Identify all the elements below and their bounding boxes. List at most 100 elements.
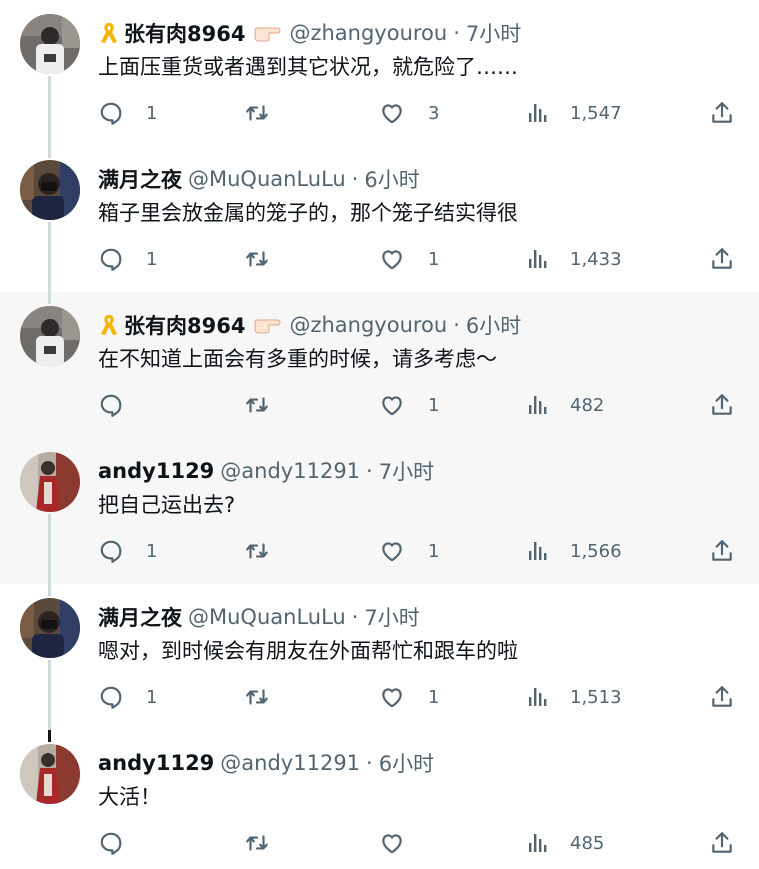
avatar[interactable] xyxy=(20,306,80,366)
tweet-header: 满月之夜 @MuQuanLuLu · 6小时 xyxy=(98,164,420,194)
thread-connector-line xyxy=(48,660,51,730)
share-button[interactable] xyxy=(709,534,735,568)
avatar[interactable] xyxy=(20,160,80,220)
avatar[interactable] xyxy=(20,452,80,512)
retweet-icon xyxy=(243,100,271,126)
tweet[interactable]: 满月之夜 @MuQuanLuLu · 7小时 嗯对，到时候会有朋友在外面帮忙和跟… xyxy=(0,584,759,730)
separator-dot: · xyxy=(351,167,359,191)
reply-count: 1 xyxy=(146,686,158,708)
like-button[interactable]: 1 xyxy=(378,534,439,568)
views-button[interactable]: 1,513 xyxy=(526,680,622,714)
yellow-ribbon-icon xyxy=(98,21,120,45)
tweet-header: 满月之夜 @MuQuanLuLu · 7小时 xyxy=(98,602,420,632)
reply-button[interactable]: 1 xyxy=(98,242,157,276)
display-name[interactable]: 张有肉8964 xyxy=(124,18,245,48)
reply-button[interactable] xyxy=(98,388,146,422)
avatar[interactable] xyxy=(20,598,80,658)
tweet-text: 大活！ xyxy=(98,785,161,809)
display-name[interactable]: 张有肉8964 xyxy=(124,310,245,340)
tweet-header: 张有肉8964 @zhangyourou · 6小时 xyxy=(98,310,521,340)
user-handle[interactable]: @zhangyourou xyxy=(289,313,447,337)
timestamp[interactable]: 6小时 xyxy=(364,164,419,194)
retweet-icon xyxy=(243,684,271,710)
display-name[interactable]: andy1129 xyxy=(98,751,214,775)
thread-connector-line xyxy=(48,584,51,596)
user-handle[interactable]: @zhangyourou xyxy=(289,21,447,45)
share-button[interactable] xyxy=(709,388,735,422)
reply-count: 1 xyxy=(146,540,158,562)
views-count: 1,547 xyxy=(570,102,622,124)
share-button[interactable] xyxy=(709,96,735,130)
timestamp[interactable]: 6小时 xyxy=(379,748,434,778)
thread-connector-line xyxy=(48,514,51,584)
share-button[interactable] xyxy=(709,680,735,714)
retweet-icon xyxy=(243,392,271,418)
reply-icon xyxy=(98,830,124,856)
views-button[interactable]: 1,547 xyxy=(526,96,622,130)
action-bar: 1 1 1,566 xyxy=(98,534,735,568)
views-icon xyxy=(526,100,550,126)
share-icon xyxy=(709,830,735,856)
like-button[interactable]: 1 xyxy=(378,388,439,422)
thread-connector-line xyxy=(48,292,51,304)
reply-thread: 张有肉8964 @zhangyourou · 7小时 上面压重货或者遇到其它状况… xyxy=(0,0,759,869)
reply-icon xyxy=(98,538,124,564)
share-icon xyxy=(709,246,735,272)
views-button[interactable]: 1,433 xyxy=(526,242,622,276)
tweet[interactable]: 张有肉8964 @zhangyourou · 6小时 在不知道上面会有多重的时候… xyxy=(0,292,759,438)
user-handle[interactable]: @andy11291 xyxy=(220,751,360,775)
share-button[interactable] xyxy=(709,242,735,276)
retweet-button[interactable] xyxy=(243,826,293,860)
user-handle[interactable]: @MuQuanLuLu xyxy=(188,605,346,629)
views-button[interactable]: 1,566 xyxy=(526,534,622,568)
views-count: 1,433 xyxy=(570,248,622,270)
retweet-button[interactable] xyxy=(243,680,293,714)
user-handle[interactable]: @andy11291 xyxy=(220,459,360,483)
like-button[interactable] xyxy=(378,826,428,860)
thread-connector-line xyxy=(48,76,51,146)
display-name[interactable]: 满月之夜 xyxy=(98,602,182,632)
action-bar: 1 482 xyxy=(98,388,735,422)
share-icon xyxy=(709,538,735,564)
avatar[interactable] xyxy=(20,744,80,804)
display-name[interactable]: andy1129 xyxy=(98,459,214,483)
tweet-text: 在不知道上面会有多重的时候，请多考虑～ xyxy=(98,347,497,371)
retweet-button[interactable] xyxy=(243,534,293,568)
tweet[interactable]: 张有肉8964 @zhangyourou · 7小时 上面压重货或者遇到其它状况… xyxy=(0,0,759,146)
views-icon xyxy=(526,684,550,710)
reply-button[interactable] xyxy=(98,826,146,860)
share-button[interactable] xyxy=(709,826,735,860)
timestamp[interactable]: 7小时 xyxy=(379,456,434,486)
tweet-header: andy1129 @andy11291 · 6小时 xyxy=(98,748,434,778)
reply-button[interactable]: 1 xyxy=(98,534,157,568)
like-button[interactable]: 1 xyxy=(378,680,439,714)
timestamp[interactable]: 6小时 xyxy=(466,310,521,340)
views-icon xyxy=(526,246,550,272)
like-icon xyxy=(378,246,406,272)
tweet[interactable]: 满月之夜 @MuQuanLuLu · 6小时 箱子里会放金属的笼子的，那个笼子结… xyxy=(0,146,759,292)
like-count: 1 xyxy=(428,686,440,708)
display-name[interactable]: 满月之夜 xyxy=(98,164,182,194)
separator-dot: · xyxy=(366,751,373,775)
like-count: 3 xyxy=(428,102,440,124)
like-button[interactable]: 1 xyxy=(378,242,439,276)
reply-button[interactable]: 1 xyxy=(98,96,157,130)
retweet-button[interactable] xyxy=(243,242,293,276)
avatar[interactable] xyxy=(20,14,80,74)
tweet[interactable]: andy1129 @andy11291 · 7小时 把自己运出去? 1 1 1,… xyxy=(0,438,759,584)
views-icon xyxy=(526,830,550,856)
views-button[interactable]: 485 xyxy=(526,826,604,860)
user-handle[interactable]: @MuQuanLuLu xyxy=(188,167,346,191)
timestamp[interactable]: 7小时 xyxy=(466,18,521,48)
retweet-icon xyxy=(243,830,271,856)
tweet[interactable]: andy1129 @andy11291 · 6小时 大活！ 485 xyxy=(0,730,759,869)
like-button[interactable]: 3 xyxy=(378,96,439,130)
reply-button[interactable]: 1 xyxy=(98,680,157,714)
retweet-button[interactable] xyxy=(243,96,293,130)
pointing-hand-emoji xyxy=(253,316,281,334)
like-icon xyxy=(378,830,406,856)
separator-dot: · xyxy=(453,313,460,337)
retweet-button[interactable] xyxy=(243,388,293,422)
timestamp[interactable]: 7小时 xyxy=(364,602,419,632)
views-button[interactable]: 482 xyxy=(526,388,604,422)
